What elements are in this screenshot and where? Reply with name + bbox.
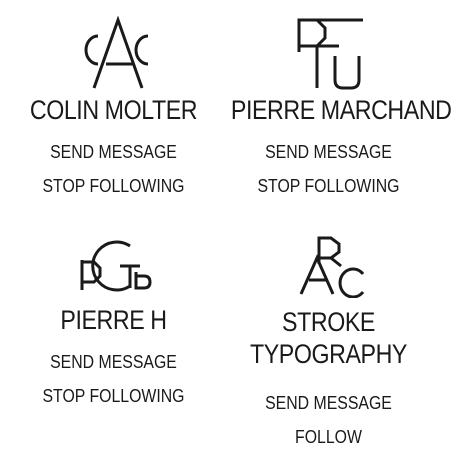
send-message-link[interactable]: SEND MESSAGE: [14, 141, 214, 163]
follow-link[interactable]: FOLLOW: [229, 426, 429, 448]
profile-name-line-1: STROKE: [282, 307, 375, 337]
send-message-link[interactable]: SEND MESSAGE: [229, 392, 429, 414]
send-message-link[interactable]: SEND MESSAGE: [229, 141, 429, 163]
monogram-pfu-icon: [297, 18, 363, 90]
profile-name: COLIN MOLTER: [29, 95, 198, 125]
profile-name-line-2: TYPOGRAPHY: [249, 339, 407, 369]
monogram-pctb-icon: [80, 240, 152, 292]
profile-card-stroke-typography: STROKE TYPOGRAPHY SEND MESSAGE FOLLOW: [215, 234, 442, 448]
monogram-cac-icon: [84, 16, 148, 89]
profile-card-pierre-h: PIERRE H SEND MESSAGE STOP FOLLOWING: [0, 232, 227, 407]
stop-following-link[interactable]: STOP FOLLOWING: [14, 385, 214, 407]
profile-card-colin-molter: COLIN MOLTER SEND MESSAGE STOP FOLLOWING: [0, 16, 227, 197]
profile-card-pierre-marchand: PIERRE MARCHAND SEND MESSAGE STOP FOLLOW…: [215, 16, 452, 197]
monogram-rac-icon: [299, 236, 364, 298]
stop-following-link[interactable]: STOP FOLLOWING: [229, 175, 429, 197]
send-message-link[interactable]: SEND MESSAGE: [14, 351, 214, 373]
profile-name: PIERRE MARCHAND: [230, 95, 452, 125]
profile-name: PIERRE H: [60, 305, 167, 335]
stop-following-link[interactable]: STOP FOLLOWING: [14, 175, 214, 197]
